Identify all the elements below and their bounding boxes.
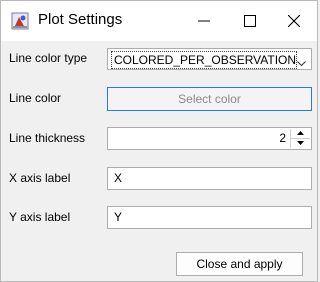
maximize-button[interactable]: [227, 1, 273, 41]
line-thickness-spinner[interactable]: 2: [107, 127, 312, 150]
line-color-type-label: Line color type: [9, 51, 88, 65]
window-title: Plot Settings: [38, 11, 123, 28]
chevron-down-icon: [297, 56, 306, 70]
minimize-icon: [198, 20, 210, 22]
spin-up-button[interactable]: [291, 129, 310, 139]
arrow-down-icon: [297, 141, 304, 145]
close-icon: [288, 15, 300, 27]
title-bar[interactable]: Plot Settings: [1, 1, 317, 41]
plot-settings-window: Plot Settings Line color type COLORED_PE…: [0, 0, 318, 282]
close-button[interactable]: [271, 1, 317, 41]
close-and-apply-button[interactable]: Close and apply: [176, 252, 303, 276]
spin-down-button[interactable]: [291, 139, 310, 148]
y-axis-label-label: Y axis label: [9, 210, 71, 224]
line-color-label: Line color: [9, 91, 62, 105]
plot-app-icon: [11, 12, 29, 30]
line-thickness-value: 2: [279, 131, 286, 145]
line-thickness-label: Line thickness: [9, 131, 86, 145]
x-axis-label-label: X axis label: [9, 171, 71, 185]
minimize-button[interactable]: [181, 1, 227, 41]
maximize-icon: [244, 15, 256, 27]
x-axis-label-input[interactable]: X: [107, 167, 312, 190]
arrow-up-icon: [297, 131, 304, 135]
spinner-buttons: [290, 129, 310, 148]
line-color-type-value: COLORED_PER_OBSERVATION: [111, 51, 297, 69]
line-color-type-select[interactable]: COLORED_PER_OBSERVATION: [107, 48, 312, 70]
select-color-button[interactable]: Select color: [107, 87, 312, 111]
y-axis-label-input[interactable]: Y: [107, 206, 312, 229]
